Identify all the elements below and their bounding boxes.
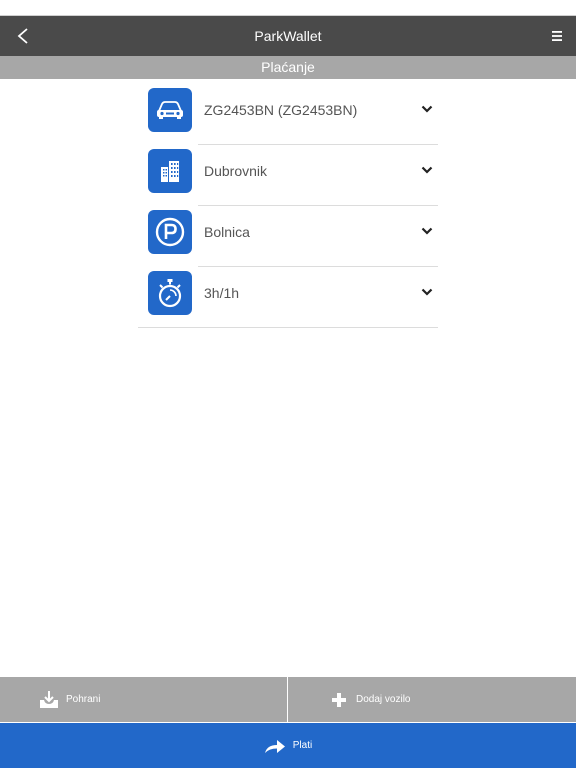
pay-button[interactable]: Plati	[0, 723, 576, 768]
add-vehicle-label: Dodaj vozilo	[356, 694, 411, 705]
navigation-bar: ParkWallet	[0, 16, 576, 56]
add-vehicle-button[interactable]: Dodaj vozilo	[288, 677, 576, 722]
city-value: Dubrovnik	[204, 163, 268, 179]
share-arrow-icon	[264, 737, 286, 755]
chevron-down-icon	[420, 285, 434, 299]
duration-value: 3h/1h	[204, 285, 240, 301]
city-selector[interactable]: Dubrovnik	[138, 145, 438, 206]
plus-icon	[328, 689, 350, 711]
app-title: ParkWallet	[254, 28, 322, 44]
city-buildings-icon	[148, 149, 192, 193]
chevron-down-icon	[420, 102, 434, 116]
bottom-action-bar: Pohrani Dodaj vozilo	[0, 677, 576, 722]
status-bar	[0, 0, 576, 16]
parking-icon	[148, 210, 192, 254]
zone-value: Bolnica	[204, 224, 250, 240]
chevron-down-icon	[420, 224, 434, 238]
menu-button[interactable]	[546, 24, 568, 48]
download-tray-icon	[38, 689, 60, 711]
vehicle-selector[interactable]: ZG2453BN (ZG2453BN)	[138, 84, 438, 145]
save-label: Pohrani	[66, 694, 101, 705]
stopwatch-icon	[148, 271, 192, 315]
chevron-down-icon	[420, 163, 434, 177]
hamburger-menu-icon	[552, 31, 562, 41]
pay-label: Plati	[292, 740, 313, 751]
divider	[138, 327, 438, 328]
duration-selector[interactable]: 3h/1h	[138, 267, 438, 328]
parking-zone-selector[interactable]: Bolnica	[138, 206, 438, 267]
save-button[interactable]: Pohrani	[0, 677, 287, 722]
vehicle-value: ZG2453BN (ZG2453BN)	[204, 102, 358, 118]
section-header: Plaćanje	[0, 56, 576, 79]
car-icon	[148, 88, 192, 132]
payment-form-list: ZG2453BN (ZG2453BN) Dubrovnik Bolnica 3h…	[138, 84, 438, 328]
